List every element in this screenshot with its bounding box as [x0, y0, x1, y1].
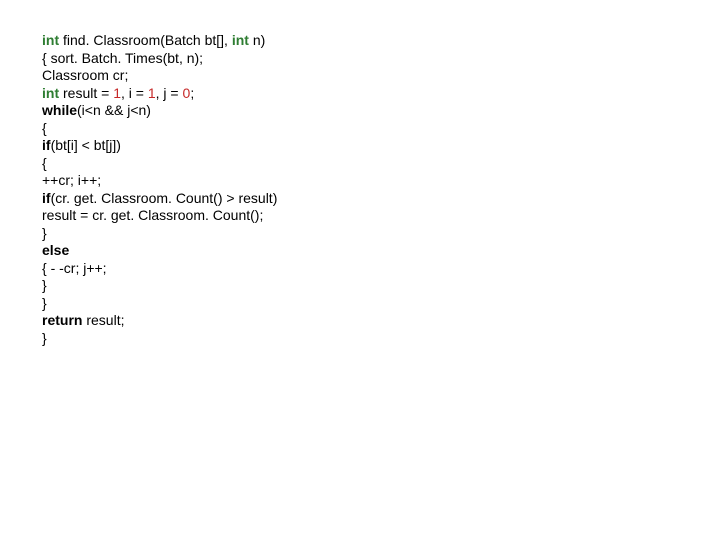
code-line-14: { - -cr; j++;	[42, 260, 720, 278]
code-line-5: while(i<n && j<n)	[42, 102, 720, 120]
code-line-10: if(cr. get. Classroom. Count() > result)	[42, 190, 720, 208]
keyword-else: else	[42, 242, 69, 258]
code-line-7: if(bt[i] < bt[j])	[42, 137, 720, 155]
keyword-int: int	[232, 32, 249, 48]
code-block: int find. Classroom(Batch bt[], int n) {…	[0, 0, 720, 347]
code-line-3: Classroom cr;	[42, 67, 720, 85]
code-text: result;	[82, 312, 124, 328]
keyword-int: int	[42, 85, 59, 101]
code-line-12: }	[42, 225, 720, 243]
code-line-4: int result = 1, i = 1, j = 0;	[42, 85, 720, 103]
code-text: , j =	[156, 85, 183, 101]
keyword-while: while	[42, 102, 77, 118]
code-text: , i =	[121, 85, 148, 101]
code-text: (cr. get. Classroom. Count() > result)	[51, 190, 278, 206]
code-text: }	[42, 295, 47, 311]
code-text: ++cr; i++;	[42, 172, 101, 188]
number-literal: 1	[113, 85, 121, 101]
keyword-if: if	[42, 137, 51, 153]
code-text: find. Classroom(Batch bt[],	[59, 32, 232, 48]
code-line-11: result = cr. get. Classroom. Count();	[42, 207, 720, 225]
code-text: { - -cr; j++;	[42, 260, 107, 276]
code-line-6: {	[42, 120, 720, 138]
code-line-2: { sort. Batch. Times(bt, n);	[42, 50, 720, 68]
number-literal: 1	[148, 85, 156, 101]
code-text: result = cr. get. Classroom. Count();	[42, 207, 263, 223]
code-text: {	[42, 120, 47, 136]
code-text: }	[42, 330, 47, 346]
code-text: (i<n && j<n)	[77, 102, 151, 118]
code-text: (bt[i] < bt[j])	[51, 137, 121, 153]
code-line-18: }	[42, 330, 720, 348]
code-line-17: return result;	[42, 312, 720, 330]
code-text: }	[42, 225, 47, 241]
code-line-16: }	[42, 295, 720, 313]
code-text: n)	[249, 32, 265, 48]
code-line-1: int find. Classroom(Batch bt[], int n)	[42, 32, 720, 50]
code-text: Classroom cr;	[42, 67, 128, 83]
code-line-8: {	[42, 155, 720, 173]
code-line-13: else	[42, 242, 720, 260]
code-text: result =	[59, 85, 113, 101]
keyword-int: int	[42, 32, 59, 48]
code-line-9: ++cr; i++;	[42, 172, 720, 190]
code-text: ;	[190, 85, 194, 101]
code-text: }	[42, 277, 47, 293]
keyword-return: return	[42, 312, 82, 328]
code-line-15: }	[42, 277, 720, 295]
code-text: { sort. Batch. Times(bt, n);	[42, 50, 203, 66]
keyword-if: if	[42, 190, 51, 206]
code-text: {	[42, 155, 47, 171]
